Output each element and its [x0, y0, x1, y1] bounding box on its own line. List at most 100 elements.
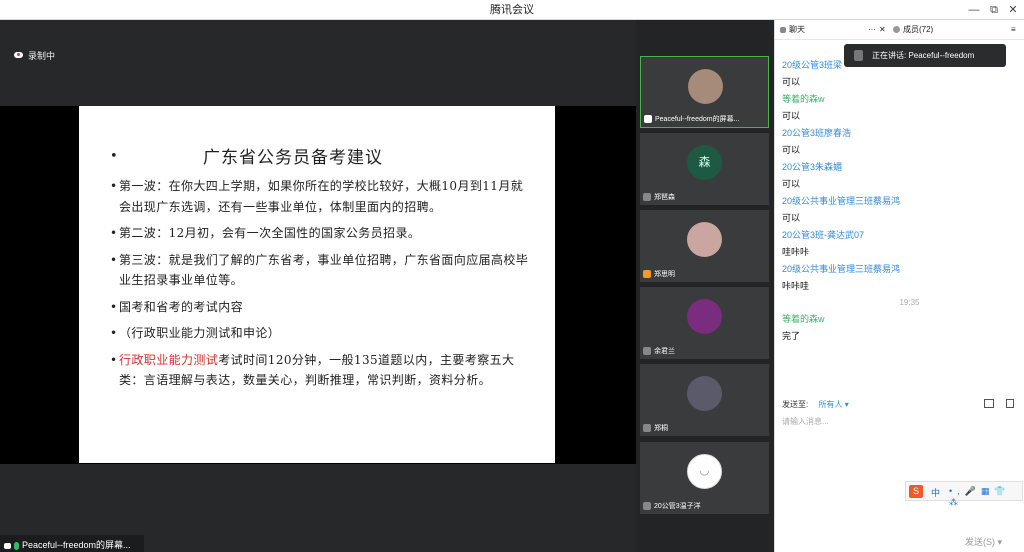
tab-chat[interactable]: 聊天	[780, 20, 805, 40]
slide-point: 行政职业能力测试考试时间120分钟，一般135道题以内，主要考察五大类：言语理解…	[110, 350, 530, 391]
send-button-label: 发送(S)	[965, 537, 995, 547]
screen-share-area: • 广东省公务员备考建议 第一波：在你大四上学期，如果你所在的学校比较好，大概1…	[0, 106, 636, 464]
send-to-label: 发送至:	[782, 400, 809, 409]
participant-name-label: Peaceful--freedom的屏幕...	[655, 116, 740, 123]
mic-icon	[643, 502, 651, 511]
minimize-icon[interactable]: —	[963, 0, 985, 20]
participant-name: Peaceful--freedom的屏幕...	[644, 114, 739, 124]
avatar	[687, 222, 722, 257]
chat-sender[interactable]: 等着的森w	[782, 311, 1017, 328]
slide-point: 国考和省考的考试内容	[110, 297, 530, 318]
slide-title-bullet: •	[110, 149, 118, 164]
recording-label: 录制中	[28, 51, 56, 61]
mic-icon	[644, 115, 652, 124]
send-to-select[interactable]: 所有人 ▾	[818, 400, 848, 409]
chat-message: 可以	[782, 213, 801, 223]
participant-tile[interactable]: Peaceful--freedom的屏幕...	[640, 56, 769, 128]
chat-more-icon[interactable]: ···	[868, 20, 876, 40]
participant-name-label: 郑桐	[654, 425, 668, 432]
tab-members-label: 成员(72)	[903, 25, 934, 34]
chat-tabs: 聊天 ··· ✕ 成员(72) ≡	[775, 20, 1024, 40]
avatar	[687, 376, 722, 411]
ime-tools: •,🎤▦👕 ⁂	[949, 486, 1022, 508]
ime-toolbar[interactable]: S 中 •,🎤▦👕 ⁂	[905, 481, 1023, 507]
slide: • 广东省公务员备考建议 第一波：在你大四上学期，如果你所在的学校比较好，大概1…	[79, 106, 555, 463]
participant-name: 郑思明	[643, 269, 675, 279]
slide-point-text: （行政职业能力测试和申论）	[119, 326, 281, 340]
screen-share-icon	[4, 542, 11, 549]
file-icon[interactable]	[984, 399, 994, 408]
avatar	[687, 299, 722, 334]
ime-lang[interactable]: 中	[931, 486, 940, 499]
participant-tile[interactable]: 余君兰	[640, 287, 769, 359]
slide-point-highlight: 行政职业能力测试	[119, 352, 219, 367]
send-button[interactable]: 发送(S) ▾	[965, 535, 1002, 548]
speaking-text: 正在讲话: Peaceful--freedom	[872, 51, 975, 60]
chat-messages: 20级公管3班梁 可以 等着的森w 可以 20公管3班廖春浩 可以 20公管3朱森媚 可以 20…	[782, 57, 1017, 345]
chat-sender[interactable]: 20公管3班-龚达武07	[782, 227, 1017, 244]
slide-title: 广东省公务员备考建议	[203, 148, 383, 168]
chat-message: 可以	[782, 111, 801, 121]
tab-chat-label: 聊天	[789, 25, 805, 34]
tab-members[interactable]: 成员(72)	[893, 20, 933, 40]
chat-sender[interactable]: 20级公共事业管理三班蔡易鸿	[782, 193, 1017, 210]
slide-point: 第一波：在你大四上学期，如果你所在的学校比较好，大概10月到11月就会出现广东选…	[110, 176, 530, 217]
user-icon	[643, 270, 651, 279]
participant-name-label: 余君兰	[654, 348, 675, 355]
participant-name-label: 郑思明	[654, 271, 675, 278]
chat-sender[interactable]: 等着的森w	[782, 91, 1017, 108]
chevron-down-icon: ▾	[997, 537, 1003, 547]
participant-name: 20公管3温子洋	[643, 501, 701, 511]
recording-indicator[interactable]: 录制中	[14, 49, 55, 62]
cloud-record-icon	[14, 52, 23, 58]
title-bar: 腾讯会议 — ⧉ ✕	[0, 0, 1024, 20]
presenter-label: Peaceful--freedom的屏幕...	[22, 540, 131, 550]
participant-tile[interactable]: 森郑琶森	[640, 133, 769, 205]
members-icon	[893, 26, 900, 34]
slide-point-text: 第三波：就是我们了解的广东省考，事业单位招聘，广东省面向应届高校毕业生招录事业单…	[119, 252, 529, 288]
chat-panel: 聊天 ··· ✕ 成员(72) ≡ 20级公管3班梁 可以 等着的森w 可以 20公管3…	[774, 20, 1024, 552]
chat-message: 可以	[782, 145, 801, 155]
voice-icon[interactable]: 🎤	[965, 486, 981, 496]
slide-point: （行政职业能力测试和申论）	[110, 323, 530, 344]
speaking-toast: 正在讲话: Peaceful--freedom	[844, 44, 1006, 67]
chat-sender[interactable]: 20级公共事业管理三班蔡易鸿	[782, 261, 1017, 278]
chat-timestamp: 19:35	[899, 298, 920, 307]
screenshot-icon[interactable]	[1006, 399, 1014, 408]
panel-menu-icon[interactable]: ≡	[1011, 20, 1016, 40]
participant-tile[interactable]: 郑桐	[640, 364, 769, 436]
chat-message: 可以	[782, 179, 801, 189]
participant-name: 余君兰	[643, 346, 675, 356]
avatar: ◡	[687, 454, 722, 489]
participant-name-label: 20公管3温子洋	[654, 503, 701, 510]
chat-message: 咔咔哇	[782, 281, 810, 291]
participant-strip: Peaceful--freedom的屏幕... 森郑琶森郑思明余君兰郑桐 ◡ 20公管…	[636, 20, 774, 552]
sogou-logo-icon: S	[909, 485, 923, 498]
punct-icon[interactable]: •,	[949, 486, 965, 496]
participant-tile[interactable]: 郑思明	[640, 210, 769, 282]
chat-sender[interactable]: 20公管3朱森媚	[782, 159, 1017, 176]
keyboard-icon[interactable]: ▦	[981, 486, 995, 496]
avatar-text: 森	[698, 155, 711, 169]
close-icon[interactable]: ✕	[1002, 0, 1024, 20]
mic-icon	[643, 193, 651, 202]
send-to-bar: 发送至: 所有人 ▾	[782, 399, 1022, 410]
chat-input[interactable]: 请输入消息...	[782, 416, 1018, 431]
slide-point-text: 国考和省考的考试内容	[119, 299, 244, 314]
slide-point-text: 第一波：在你大四上学期，如果你所在的学校比较好，大概10月到11月就会出现广东选…	[119, 179, 524, 214]
smiley-icon: ◡	[699, 463, 710, 477]
speaker-avatar-icon	[854, 50, 863, 61]
avatar	[688, 69, 723, 104]
participant-tile[interactable]: ◡ 20公管3温子洋	[640, 442, 769, 514]
chat-close-icon[interactable]: ✕	[879, 20, 886, 40]
mic-on-icon	[14, 541, 19, 550]
participant-name: 郑琶森	[643, 192, 675, 202]
presenter-bar[interactable]: Peaceful--freedom的屏幕...	[0, 535, 144, 552]
slide-point: 第三波：就是我们了解的广东省考，事业单位招聘，广东省面向应届高校毕业生招录事业单…	[110, 250, 530, 291]
slide-points: 第一波：在你大四上学期，如果你所在的学校比较好，大概10月到11月就会出现广东选…	[110, 176, 530, 397]
chat-message: 哇咔咔	[782, 247, 810, 257]
skin-icon[interactable]: 👕	[994, 486, 1010, 496]
chat-sender[interactable]: 20公管3班廖春浩	[782, 125, 1017, 142]
toolbox-icon[interactable]: ⁂	[949, 497, 963, 507]
slide-point: 第二波：12月初，会有一次全国性的国家公务员招录。	[110, 223, 530, 244]
